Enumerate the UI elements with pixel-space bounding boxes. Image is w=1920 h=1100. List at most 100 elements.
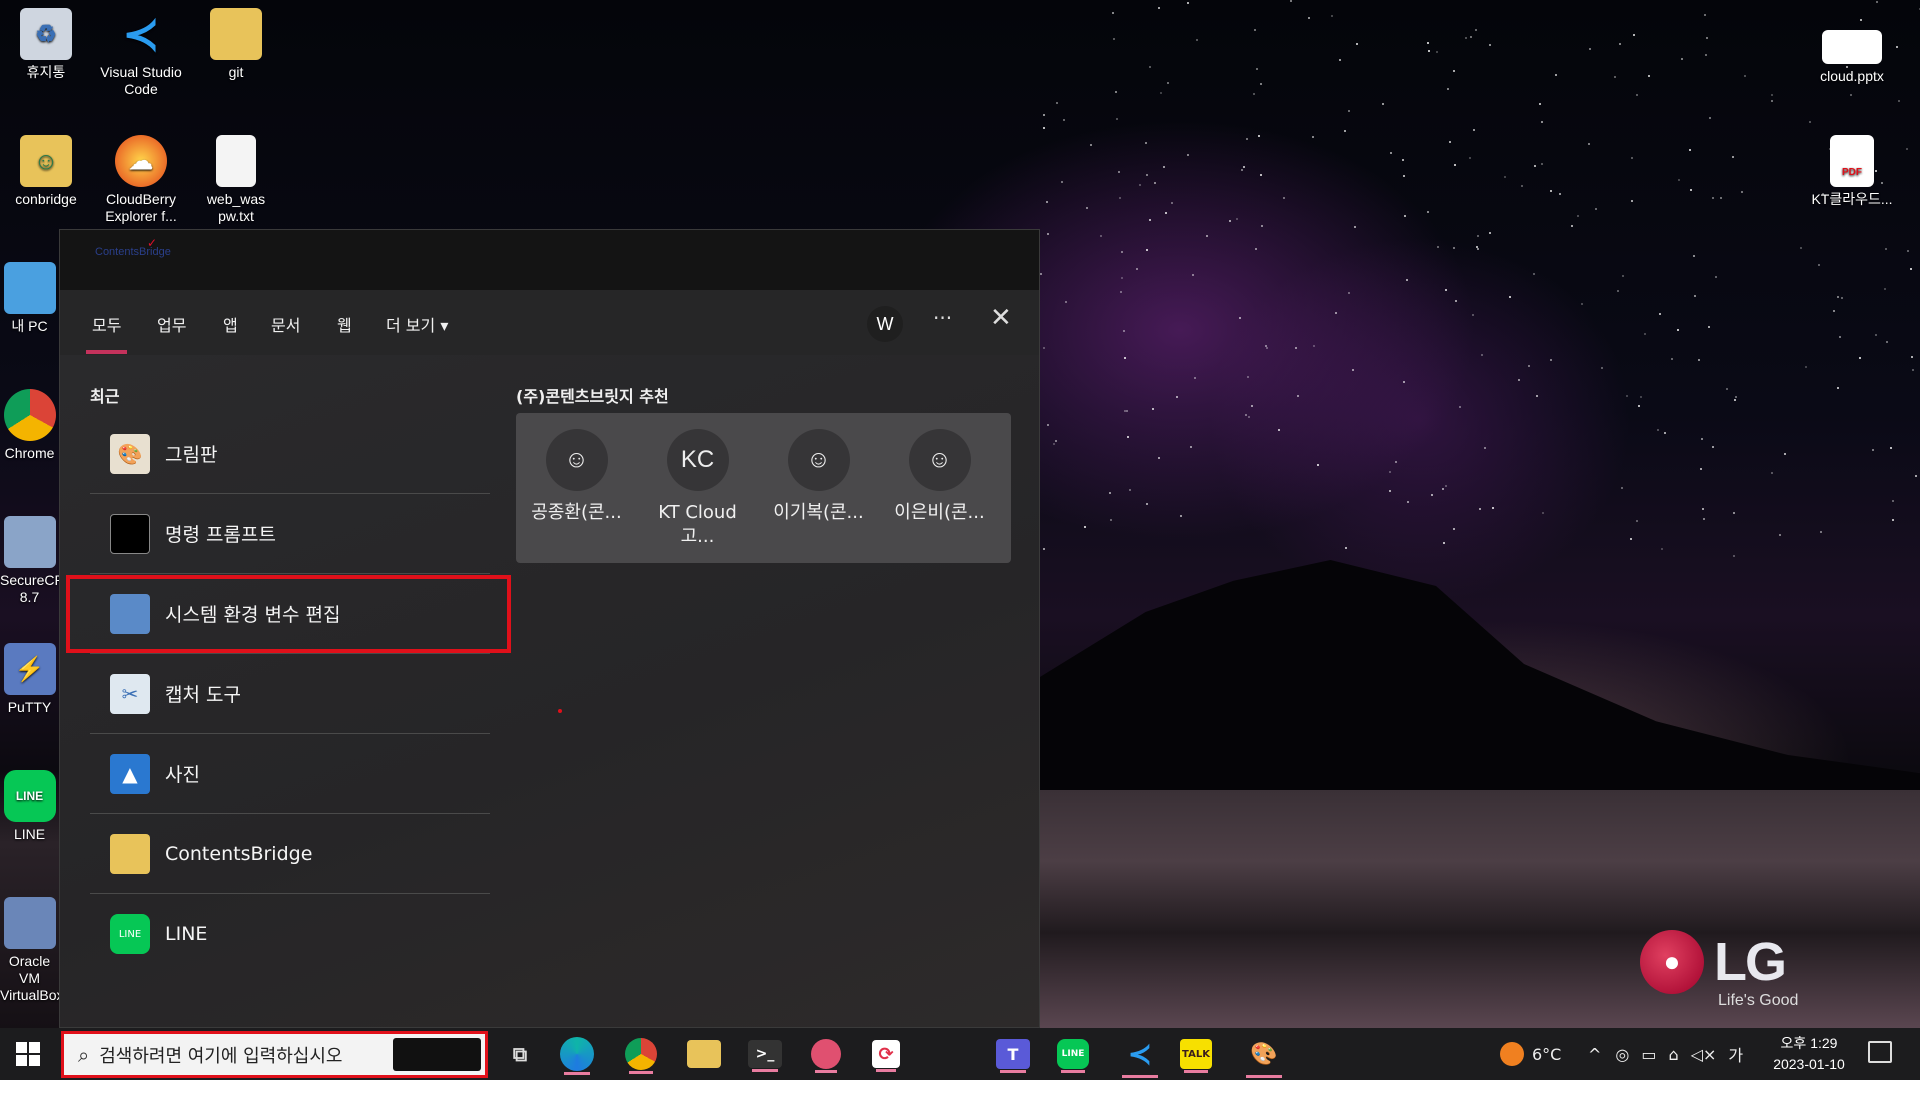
desktop-icon-web-was[interactable]: web_was pw.txt	[190, 135, 282, 231]
tab-work[interactable]: 업무	[157, 312, 186, 336]
star	[1085, 206, 1088, 209]
desktop-icon-recycle-bin[interactable]: ♻ 휴지통	[0, 8, 92, 81]
windows-start-icon[interactable]	[16, 1042, 40, 1066]
recent-item-line[interactable]: LINE LINE	[90, 894, 490, 974]
notification-icon[interactable]	[1868, 1041, 1892, 1063]
star	[1477, 248, 1480, 251]
file-explorer-icon[interactable]	[687, 1040, 721, 1068]
star	[1043, 547, 1046, 550]
more-options-button[interactable]: ···	[933, 306, 952, 330]
star	[1163, 166, 1166, 169]
line-icon[interactable]: LINE	[1057, 1039, 1089, 1073]
desktop-icon-virtualbox[interactable]: Oracle VM VirtualBox	[0, 897, 59, 1004]
star	[1453, 163, 1456, 166]
star	[1541, 511, 1544, 514]
desktop-icon-kt-cloud-pdf[interactable]: PDF KT클라우드...	[1806, 135, 1898, 208]
star	[1452, 246, 1455, 249]
star	[1644, 333, 1647, 336]
desktop-icon-vscode[interactable]: ≺ Visual Studio Code	[95, 8, 187, 98]
ime-indicator[interactable]: 가	[1728, 1042, 1743, 1066]
star	[1541, 163, 1544, 166]
account-avatar[interactable]: W	[867, 306, 903, 342]
star	[1720, 196, 1723, 199]
star	[1259, 174, 1262, 177]
star	[1663, 432, 1666, 435]
network-icon[interactable]: ⌂	[1669, 1045, 1679, 1064]
star	[1111, 11, 1114, 14]
app-bug-icon[interactable]	[811, 1039, 841, 1073]
tab-apps[interactable]: 앱	[223, 312, 238, 336]
desktop-icon-cloud-pptx[interactable]: cloud.pptx	[1806, 30, 1898, 85]
recent-item-label: LINE	[165, 923, 208, 945]
volume-muted-icon[interactable]: ◁×	[1691, 1045, 1717, 1064]
weather-widget[interactable]: 6°C	[1500, 1028, 1561, 1080]
star	[1884, 288, 1887, 291]
desktop-icon-conbridge[interactable]: ☺ conbridge	[0, 135, 92, 208]
star	[1617, 289, 1620, 292]
star	[1295, 346, 1298, 349]
star	[1659, 312, 1662, 315]
person-card[interactable]: ☺ 이은비(콘...	[879, 429, 1000, 563]
photos-icon: ▲	[110, 753, 150, 794]
star	[1042, 114, 1045, 117]
task-view-icon[interactable]: ⧉	[498, 1034, 542, 1074]
edge-icon[interactable]	[560, 1037, 594, 1075]
person-name: 공종환(콘...	[531, 502, 622, 523]
kakaotalk-icon[interactable]: TALK	[1180, 1039, 1212, 1073]
close-button[interactable]: ✕	[990, 303, 1012, 333]
star	[1265, 346, 1268, 349]
paint-icon[interactable]: 🎨	[1242, 1034, 1286, 1078]
tab-more[interactable]: 더 보기 ▾	[386, 312, 448, 336]
taskbar-search-input[interactable]: ⌕ 검색하려면 여기에 입력하십시오	[61, 1031, 488, 1078]
tab-all[interactable]: 모두	[85, 312, 129, 354]
desktop-icon-my-pc[interactable]: 내 PC	[0, 262, 59, 335]
star	[1692, 255, 1695, 258]
desktop-icon-line[interactable]: LINE LINE	[0, 770, 59, 843]
desktop-icon-putty[interactable]: ⚡ PuTTY	[0, 643, 59, 716]
star	[1055, 102, 1058, 105]
star	[1528, 365, 1531, 368]
star	[1783, 452, 1786, 455]
teams-icon[interactable]: T	[996, 1039, 1030, 1073]
star	[1743, 75, 1746, 78]
star	[1145, 503, 1148, 506]
folder-icon	[210, 8, 262, 60]
sync-icon[interactable]: ⟳	[872, 1040, 900, 1072]
star	[1538, 102, 1541, 105]
desktop-icon-chrome[interactable]: Chrome	[0, 389, 59, 462]
desktop-icon-git[interactable]: git	[190, 8, 282, 81]
person-card[interactable]: KC KT Cloud 고...	[637, 429, 758, 563]
recent-item-photos[interactable]: ▲ 사진	[90, 734, 490, 814]
star	[1115, 117, 1118, 120]
star	[1700, 467, 1703, 470]
star	[1850, 93, 1853, 96]
battery-icon[interactable]: ▭	[1641, 1045, 1656, 1064]
desktop-icon-cloudberry[interactable]: ☁ CloudBerry Explorer f...	[95, 135, 187, 231]
recent-item-snipping-tool[interactable]: ✂ 캡처 도구	[90, 654, 490, 734]
recent-item-command-prompt[interactable]: 명령 프롬프트	[90, 494, 490, 574]
webcam-icon[interactable]: ◎	[1615, 1045, 1629, 1064]
person-icon: ☺	[787, 429, 850, 491]
star	[1911, 368, 1914, 371]
star	[1149, 218, 1151, 221]
tab-web[interactable]: 웹	[337, 312, 352, 336]
star	[1469, 156, 1472, 159]
chevron-up-icon[interactable]: ^	[1588, 1045, 1601, 1064]
star	[1053, 443, 1056, 446]
star	[1707, 326, 1710, 329]
desktop-icon-label: Chrome	[4, 445, 55, 461]
terminal-icon[interactable]: >_	[748, 1040, 782, 1072]
chrome-icon[interactable]	[625, 1038, 657, 1074]
person-card[interactable]: ☺ 이기복(콘...	[758, 429, 879, 563]
star	[1454, 299, 1457, 302]
recent-item-paint[interactable]: 🎨 그림판	[90, 414, 490, 494]
recent-item-contentsbridge[interactable]: ContentsBridge	[90, 814, 490, 894]
vscode-icon[interactable]: ≺	[1118, 1034, 1162, 1078]
tab-documents[interactable]: 문서	[271, 312, 300, 336]
star	[1911, 355, 1914, 358]
star	[1838, 335, 1841, 338]
star	[1735, 396, 1738, 399]
person-card[interactable]: ☺ 공종환(콘...	[516, 429, 637, 563]
clock[interactable]: 오후 1:29 2023-01-10	[1764, 1033, 1854, 1075]
desktop-icon-securecrt[interactable]: SecureCRT 8.7	[0, 516, 59, 606]
